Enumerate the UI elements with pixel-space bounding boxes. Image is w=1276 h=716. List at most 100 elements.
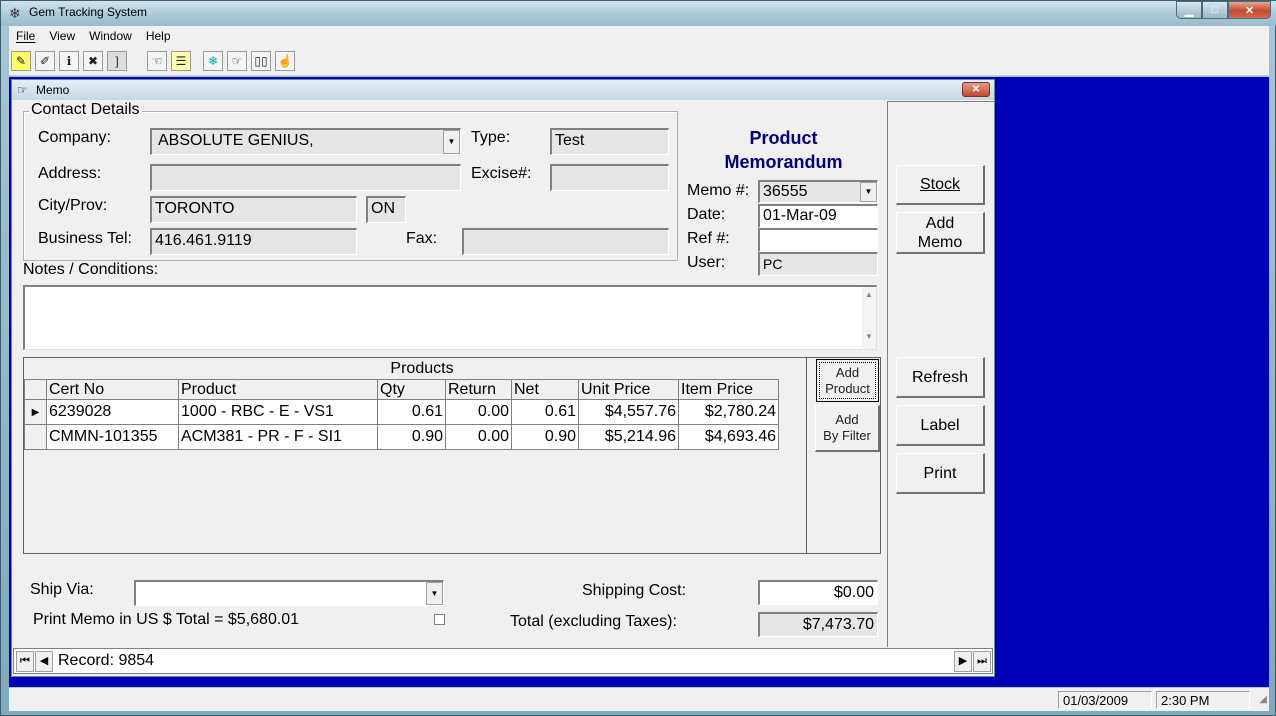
table-row[interactable]: CMMN-101355 ACM381 - PR - F - SI1 0.90 0… <box>24 424 779 450</box>
menu-view[interactable]: View <box>42 29 82 43</box>
status-date: 01/03/2009 <box>1058 691 1152 709</box>
product-memorandum-title: Product Memorandum <box>701 126 866 174</box>
total-field: $7,473.70 <box>758 612 878 637</box>
notes-textarea[interactable]: ▲ ▼ <box>23 285 877 350</box>
delete-doc-icon[interactable]: ✖ <box>83 51 103 71</box>
cell-net[interactable]: 0.90 <box>511 424 579 450</box>
shipping-cost-field[interactable]: $0.00 <box>758 580 878 605</box>
status-bar: 01/03/2009 2:30 PM ◢ <box>9 687 1269 711</box>
fax-label: Fax: <box>406 230 438 247</box>
city-field[interactable]: TORONTO <box>150 196 357 223</box>
add-memo-line2: Memo <box>917 233 963 251</box>
col-item-price[interactable]: Item Price <box>678 379 779 400</box>
cell-qty[interactable]: 0.61 <box>377 399 446 425</box>
ship-via-dropdown-button[interactable]: ▼ <box>426 582 443 605</box>
stock-button[interactable]: Stock <box>896 165 985 205</box>
cell-net[interactable]: 0.61 <box>511 399 579 425</box>
cell-return[interactable]: 0.00 <box>445 399 512 425</box>
col-return[interactable]: Return <box>445 379 512 400</box>
print-us-checkbox[interactable] <box>434 614 445 625</box>
resize-grip-icon[interactable]: ◢ <box>1259 694 1267 705</box>
chevron-down-icon: ▼ <box>430 589 439 598</box>
first-record-button[interactable]: ⏮ <box>16 651 34 672</box>
province-field[interactable]: ON <box>366 196 406 223</box>
cell-product[interactable]: ACM381 - PR - F - SI1 <box>178 424 378 450</box>
excise-label: Excise#: <box>471 165 532 182</box>
bracket-doc-icon[interactable]: ] <box>107 51 127 71</box>
last-record-button[interactable]: ⏭ <box>973 651 991 672</box>
user-field: PC <box>758 252 878 276</box>
maximize-icon: □ <box>1211 4 1219 16</box>
date-field[interactable]: 01-Mar-09 <box>758 204 878 228</box>
close-icon: ✕ <box>1244 4 1255 17</box>
cell-unit-price[interactable]: $5,214.96 <box>578 424 679 450</box>
cell-item-price[interactable]: $2,780.24 <box>678 399 779 425</box>
previous-record-button[interactable]: ◀ <box>35 651 53 672</box>
user-label: User: <box>687 254 726 271</box>
add-by-filter-button[interactable]: Add By Filter <box>815 405 880 452</box>
col-product[interactable]: Product <box>178 379 378 400</box>
fax-field[interactable] <box>462 228 669 255</box>
hand-left-icon[interactable]: ☜ <box>147 51 167 71</box>
cell-cert-no[interactable]: 6239028 <box>46 399 179 425</box>
notes-scrollbar[interactable]: ▲ ▼ <box>862 287 876 349</box>
memo-number-dropdown-button[interactable]: ▼ <box>860 182 877 202</box>
chevron-down-icon: ▼ <box>447 137 456 146</box>
minimize-button[interactable]: ▁ <box>1176 1 1202 19</box>
chevron-down-icon: ▼ <box>864 187 873 196</box>
add-product-button[interactable]: Add Product <box>816 359 879 402</box>
note-icon[interactable]: ✎ <box>11 51 31 71</box>
memo-number-combobox[interactable]: 36555 ▼ <box>758 180 878 203</box>
business-tel-field[interactable]: 416.461.9119 <box>150 228 357 255</box>
col-cert-no[interactable]: Cert No <box>46 379 179 400</box>
type-label: Type: <box>471 129 511 146</box>
date-label: Date: <box>687 206 726 223</box>
menu-help[interactable]: Help <box>139 29 178 43</box>
row-selector[interactable]: ▶ <box>24 399 47 425</box>
thumb-icon[interactable]: ☝ <box>275 51 295 71</box>
cell-cert-no[interactable]: CMMN-101355 <box>46 424 179 450</box>
col-net[interactable]: Net <box>511 379 579 400</box>
add-product-line1: Add <box>835 364 860 380</box>
cell-qty[interactable]: 0.90 <box>377 424 446 450</box>
refresh-button[interactable]: Refresh <box>896 357 985 398</box>
info-doc-icon[interactable]: ℹ <box>59 51 79 71</box>
ship-via-combobox[interactable]: ▼ <box>134 580 444 606</box>
add-memo-button[interactable]: Add Memo <box>896 212 985 254</box>
address-field[interactable] <box>150 164 461 191</box>
next-record-button[interactable]: ▶ <box>954 651 972 672</box>
scroll-down-icon[interactable]: ▼ <box>862 332 876 341</box>
cell-unit-price[interactable]: $4,557.76 <box>578 399 679 425</box>
title-line-1: Product <box>749 128 818 148</box>
close-button[interactable]: ✕ <box>1228 1 1271 19</box>
excise-field[interactable] <box>550 164 669 191</box>
menu-window[interactable]: Window <box>82 29 139 43</box>
company-combobox[interactable]: ABSOLUTE GENIUS, ▼ <box>150 128 461 155</box>
row-selector[interactable] <box>24 424 47 450</box>
company-dropdown-button[interactable]: ▼ <box>443 130 460 154</box>
print-button[interactable]: Print <box>896 453 985 494</box>
window-controls: ▁ □ ✕ <box>1176 1 1271 20</box>
edit-doc-icon[interactable]: ✐ <box>35 51 55 71</box>
label-button[interactable]: Label <box>896 405 985 446</box>
col-unit-price[interactable]: Unit Price <box>578 379 679 400</box>
hand-point-icon[interactable]: ☞ <box>227 51 247 71</box>
ship-via-label: Ship Via: <box>30 581 94 598</box>
menu-file[interactable]: File <box>9 29 42 43</box>
memo-window-title: Memo <box>36 83 70 97</box>
list-doc-icon[interactable]: ☰ <box>171 51 191 71</box>
book-icon[interactable]: ▯▯ <box>251 51 271 71</box>
cell-item-price[interactable]: $4,693.46 <box>678 424 779 450</box>
cell-return[interactable]: 0.00 <box>445 424 512 450</box>
ref-number-field[interactable] <box>758 228 878 252</box>
table-row[interactable]: ▶ 6239028 1000 - RBC - E - VS1 0.61 0.00… <box>24 399 779 425</box>
col-qty[interactable]: Qty <box>377 379 446 400</box>
snowflake-icon[interactable]: ❄ <box>203 51 223 71</box>
cell-product[interactable]: 1000 - RBC - E - VS1 <box>178 399 378 425</box>
memo-close-button[interactable]: ✕ <box>962 82 990 97</box>
title-line-2: Memorandum <box>724 152 843 172</box>
type-field[interactable]: Test <box>550 128 669 155</box>
products-grid: Products Cert No Product Qty Return Net … <box>23 357 807 554</box>
scroll-up-icon[interactable]: ▲ <box>862 290 876 299</box>
maximize-button[interactable]: □ <box>1202 1 1228 19</box>
